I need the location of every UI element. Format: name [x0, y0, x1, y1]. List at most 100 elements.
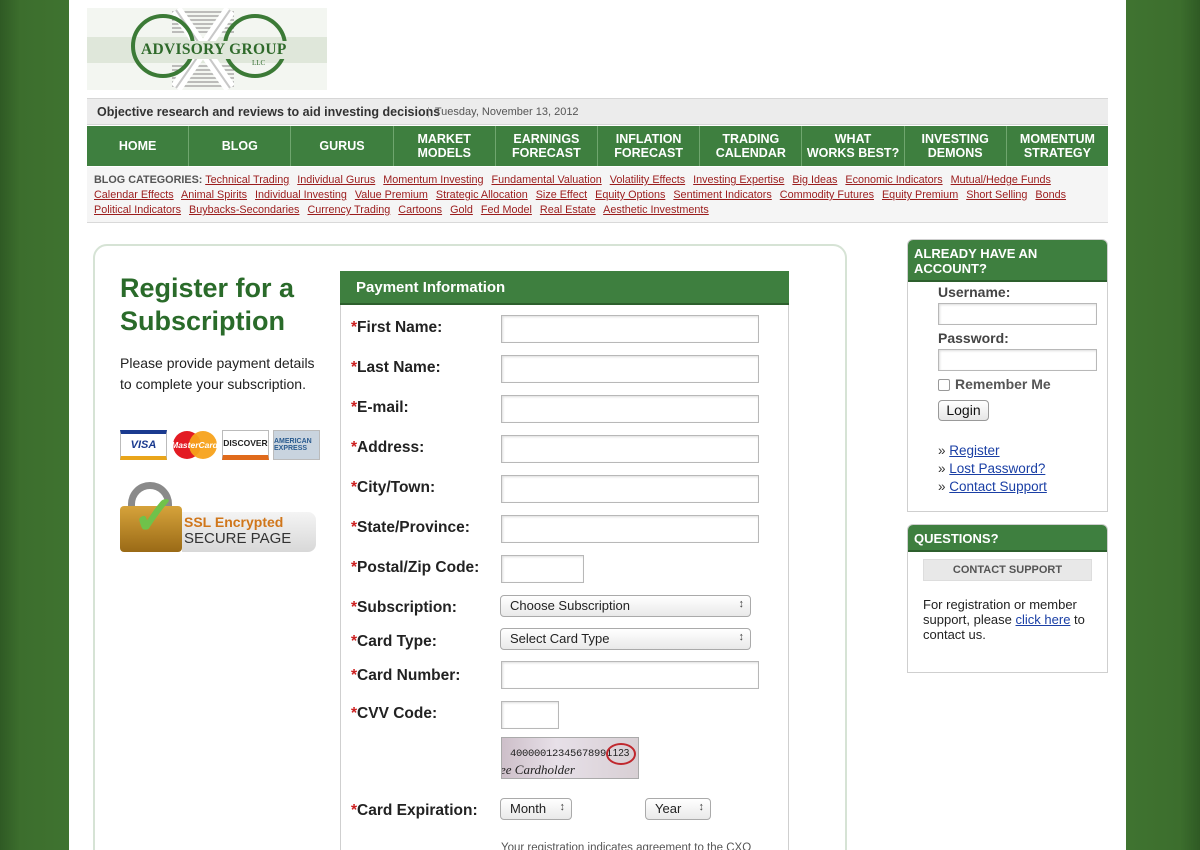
nav-investing-demons[interactable]: INVESTING DEMONS	[905, 126, 1007, 166]
nav-gurus[interactable]: GURUS	[291, 126, 394, 166]
discover-label: DISCOVER	[223, 438, 268, 448]
ssl-line2: SECURE PAGE	[184, 530, 292, 547]
mastercard-label: MasterCard	[171, 440, 218, 450]
category-link[interactable]: Size Effect	[536, 189, 587, 201]
category-link[interactable]: Economic Indicators	[845, 174, 942, 186]
checkmark-icon: ✓	[132, 486, 178, 546]
city-field[interactable]	[501, 475, 759, 503]
questions-box: QUESTIONS? CONTACT SUPPORT For registrat…	[907, 524, 1108, 673]
card-number-label: *Card Number:	[351, 667, 461, 684]
category-link[interactable]: Equity Options	[595, 189, 665, 201]
card-number-field[interactable]	[501, 661, 759, 689]
tagline-text: Objective research and reviews to aid in…	[97, 105, 441, 119]
nav-earnings-forecast[interactable]: EARNINGS FORECAST	[496, 126, 599, 166]
category-link[interactable]: Individual Investing	[255, 189, 347, 201]
category-link[interactable]: Volatility Effects	[610, 174, 685, 186]
email-field[interactable]	[501, 395, 759, 423]
category-link[interactable]: Equity Premium	[882, 189, 958, 201]
lost-password-link-row: » Lost Password?	[938, 461, 1046, 476]
category-link[interactable]: Gold	[450, 204, 473, 216]
password-label: Password:	[938, 330, 1009, 346]
nav-momentum-strategy[interactable]: MOMENTUM STRATEGY	[1007, 126, 1108, 166]
questions-box-header: QUESTIONS?	[908, 525, 1107, 552]
expiration-year-select[interactable]: Year	[645, 798, 711, 820]
category-link[interactable]: Currency Trading	[307, 204, 390, 216]
current-date: Tuesday, November 13, 2012	[427, 106, 579, 118]
category-link[interactable]: Sentiment Indicators	[673, 189, 771, 201]
remember-me-checkbox[interactable]	[938, 379, 950, 391]
first-name-field[interactable]	[501, 315, 759, 343]
category-link[interactable]: Technical Trading	[205, 174, 289, 186]
first-name-label: *First Name:	[351, 319, 443, 336]
page-title-line1: Register for a	[120, 273, 295, 303]
category-link[interactable]: Buybacks-Secondaries	[189, 204, 299, 216]
address-field[interactable]	[501, 435, 759, 463]
page: ADVISORY GROUP LLC Objective research an…	[69, 0, 1126, 850]
cvv-example-image: 40000012345678991 123 ee Cardholder	[501, 737, 639, 779]
category-link[interactable]: Real Estate	[540, 204, 596, 216]
category-link[interactable]: Investing Expertise	[693, 174, 784, 186]
ssl-line1: SSL Encrypted	[184, 514, 284, 530]
category-link[interactable]: Strategic Allocation	[436, 189, 528, 201]
login-button[interactable]: Login	[938, 400, 989, 421]
tagline-bar: Objective research and reviews to aid in…	[87, 98, 1108, 125]
subscription-label: *Subscription:	[351, 599, 457, 616]
nav-what-works-best[interactable]: WHAT WORKS BEST?	[802, 126, 905, 166]
login-box: ALREADY HAVE AN ACCOUNT? Username: Passw…	[907, 239, 1108, 512]
city-label: *City/Town:	[351, 479, 436, 496]
password-input[interactable]	[938, 349, 1097, 371]
category-link[interactable]: Mutual/Hedge Funds	[951, 174, 1051, 186]
category-link[interactable]: Value Premium	[355, 189, 428, 201]
category-link[interactable]: Animal Spirits	[181, 189, 247, 201]
ssl-badge: ✓ SSL Encrypted SECURE PAGE	[120, 480, 318, 554]
postal-code-field[interactable]	[501, 555, 584, 583]
card-type-select[interactable]: Select Card Type	[500, 628, 751, 650]
expiration-label: *Card Expiration:	[351, 802, 478, 819]
contact-support-link[interactable]: Contact Support	[949, 479, 1047, 494]
subscription-select[interactable]: Choose Subscription	[500, 595, 751, 617]
email-label: *E-mail:	[351, 399, 409, 416]
cvv-sample-code: 123	[606, 743, 636, 765]
category-link[interactable]: Momentum Investing	[383, 174, 483, 186]
nav-blog[interactable]: BLOG	[189, 126, 292, 166]
nav-market-models[interactable]: MARKET MODELS	[394, 126, 496, 166]
visa-label: VISA	[130, 439, 157, 451]
site-logo[interactable]: ADVISORY GROUP LLC	[87, 8, 327, 90]
nav-home[interactable]: HOME	[87, 126, 190, 166]
cvv-sample-number: 40000012345678991	[510, 748, 613, 760]
amex-label: AMERICAN EXPRESS	[274, 438, 312, 452]
category-link[interactable]: Fed Model	[481, 204, 532, 216]
state-field[interactable]	[501, 515, 759, 543]
lost-password-link[interactable]: Lost Password?	[949, 461, 1045, 476]
nav-inflation-forecast[interactable]: INFLATION FORECAST	[598, 126, 701, 166]
click-here-link[interactable]: click here	[1016, 612, 1071, 627]
visa-card-icon: VISA	[120, 430, 167, 460]
remember-me-label: Remember Me	[955, 376, 1051, 392]
cvv-field[interactable]	[501, 701, 559, 729]
contact-support-button[interactable]: CONTACT SUPPORT	[923, 559, 1092, 581]
category-link[interactable]: Fundamental Valuation	[491, 174, 601, 186]
category-link[interactable]: Big Ideas	[792, 174, 837, 186]
category-link[interactable]: Political Indicators	[94, 204, 181, 216]
registration-description: Please provide payment details to comple…	[120, 355, 315, 392]
nav-trading-calendar[interactable]: TRADING CALENDAR	[700, 126, 803, 166]
register-link-row: » Register	[938, 443, 1000, 458]
register-link[interactable]: Register	[949, 443, 999, 458]
category-link[interactable]: Short Selling	[966, 189, 1027, 201]
expiration-month-select[interactable]: Month	[500, 798, 572, 820]
username-input[interactable]	[938, 303, 1097, 325]
mastercard-icon: MasterCard	[171, 430, 218, 460]
category-link[interactable]: Commodity Futures	[780, 189, 874, 201]
category-link[interactable]: Individual Gurus	[297, 174, 375, 186]
terms-text: Your registration indicates agreement to…	[501, 842, 752, 850]
category-link[interactable]: Calendar Effects	[94, 189, 174, 201]
category-link[interactable]: Cartoons	[398, 204, 442, 216]
amex-card-icon: AMERICAN EXPRESS	[273, 430, 320, 460]
payment-header: Payment Information	[340, 271, 789, 305]
category-link[interactable]: Aesthetic Investments	[603, 204, 709, 216]
address-label: *Address:	[351, 439, 425, 456]
category-link[interactable]: Bonds	[1035, 189, 1066, 201]
last-name-field[interactable]	[501, 355, 759, 383]
blog-categories-label: BLOG CATEGORIES:	[94, 174, 203, 186]
page-title-line2: Subscription	[120, 306, 286, 336]
